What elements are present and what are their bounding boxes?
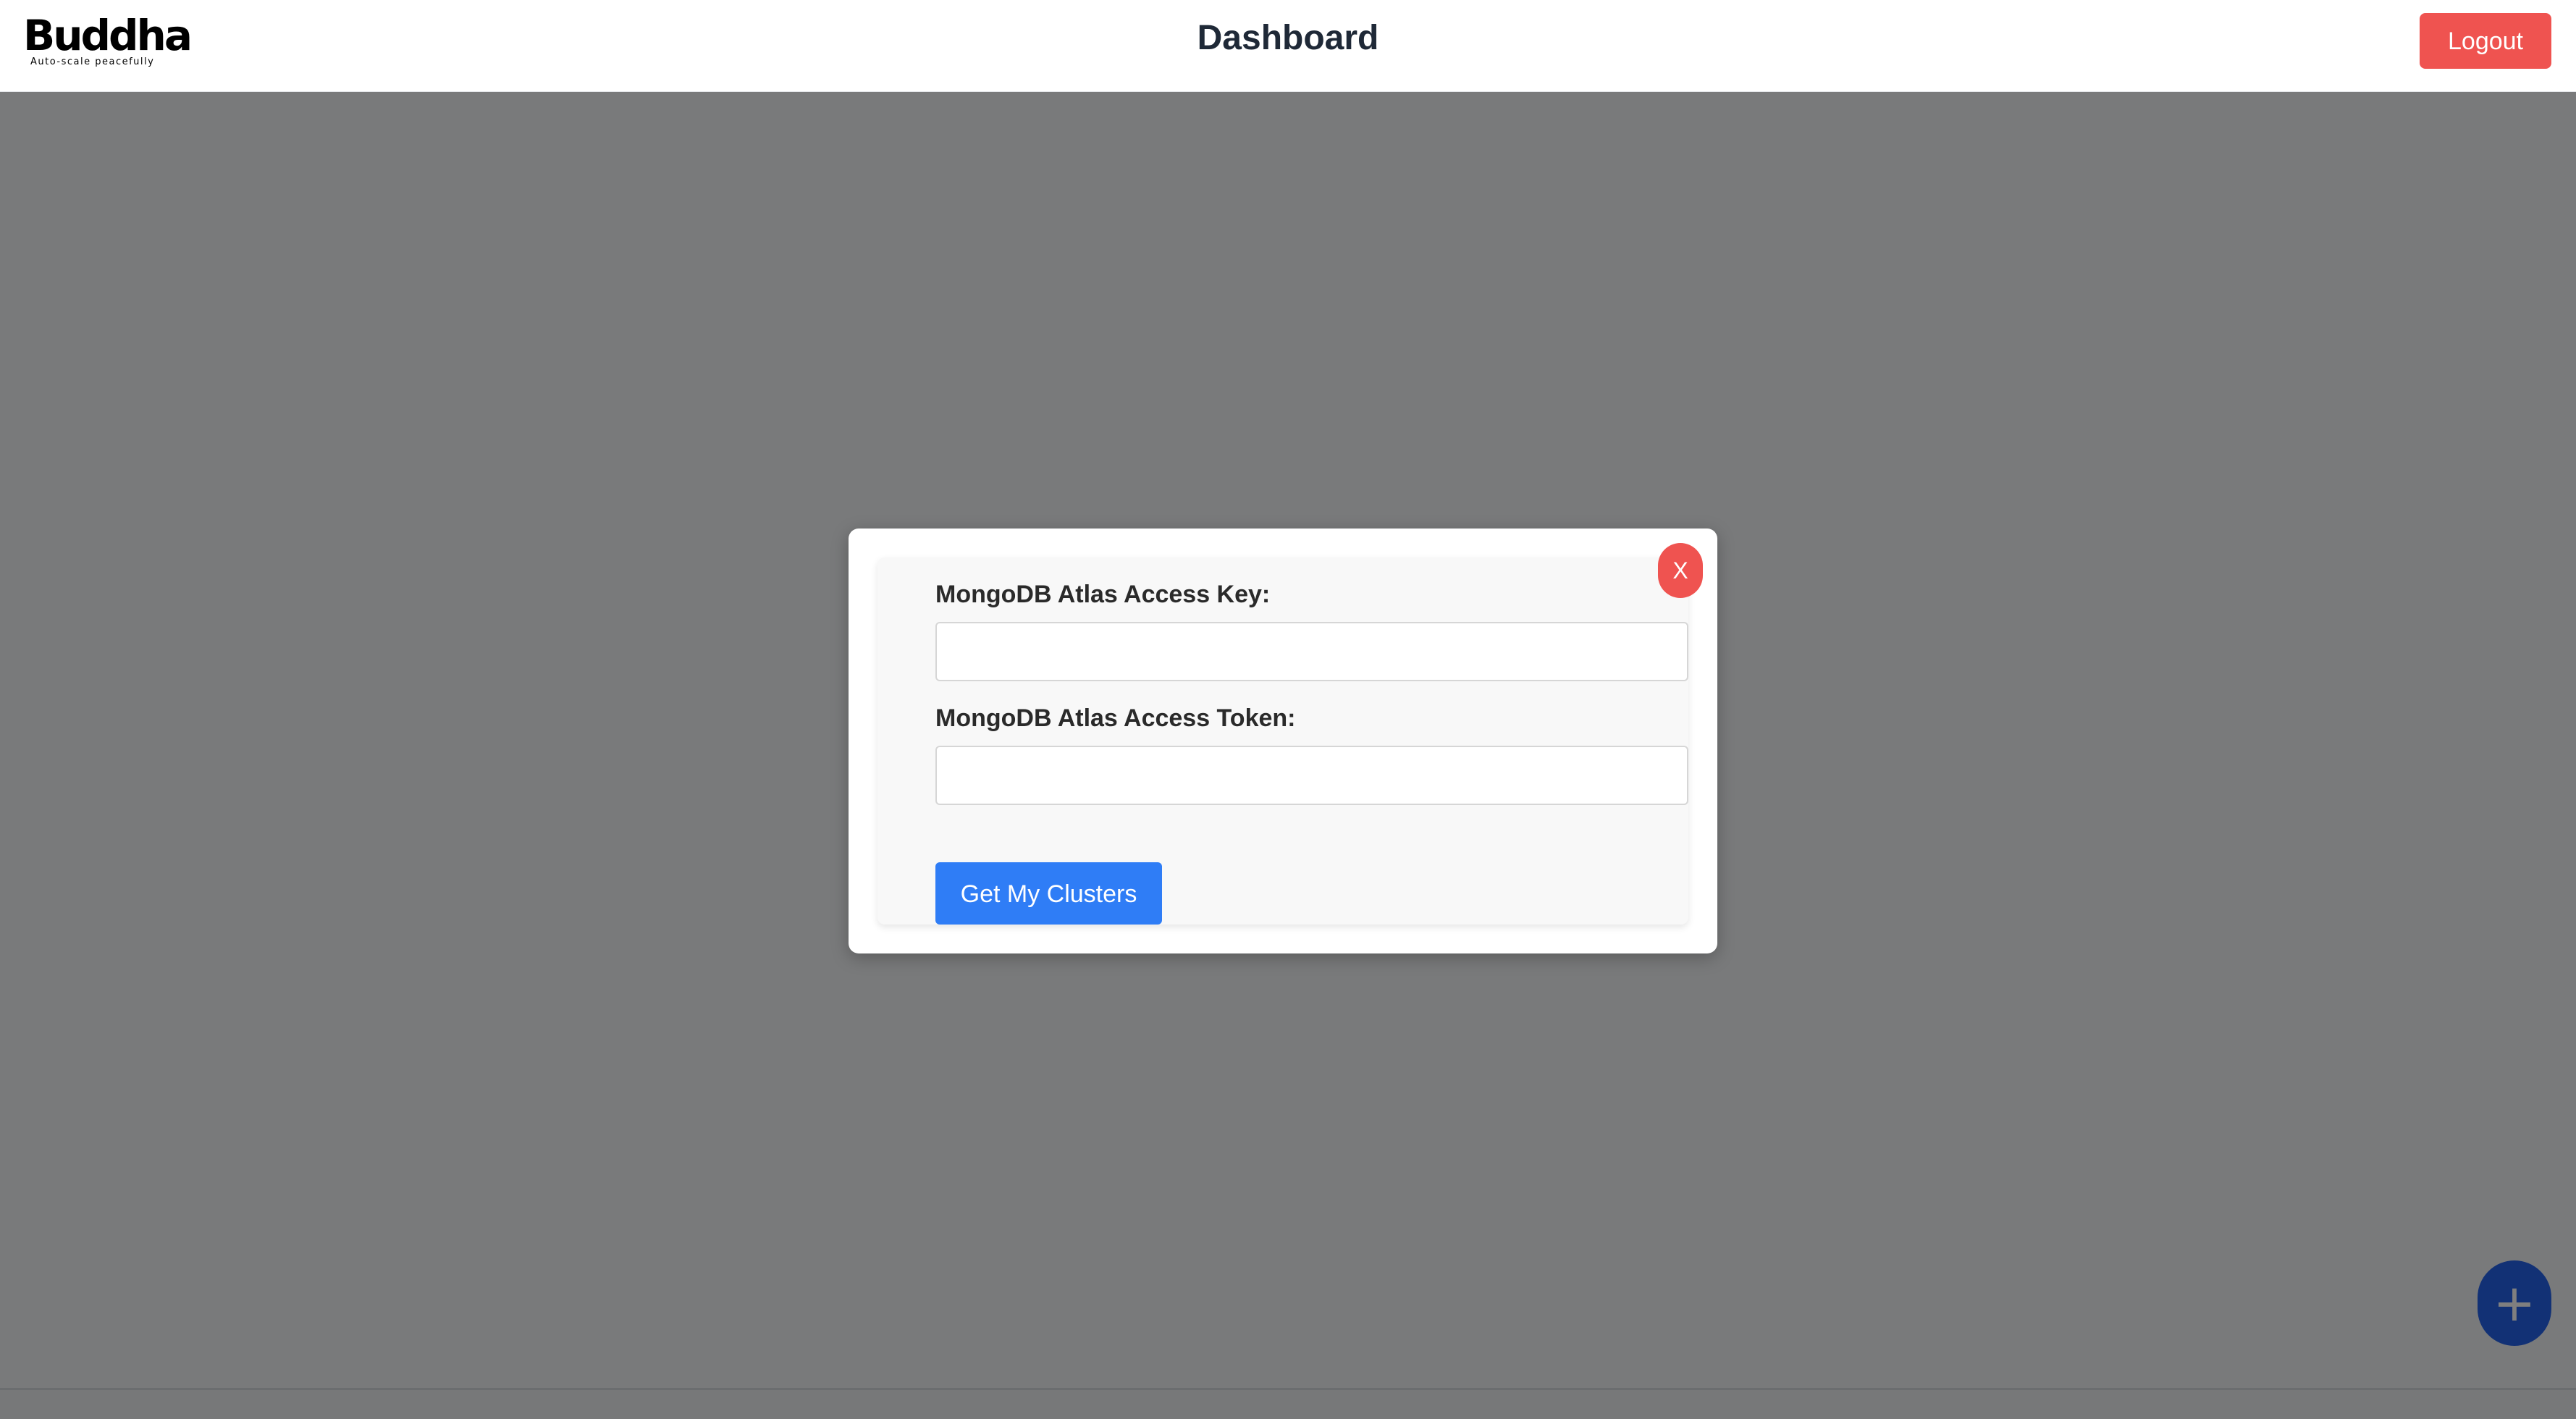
close-icon: X bbox=[1672, 557, 1688, 584]
get-clusters-button[interactable]: Get My Clusters bbox=[935, 862, 1162, 925]
credentials-modal: MongoDB Atlas Access Key: MongoDB Atlas … bbox=[849, 529, 1717, 953]
logout-button[interactable]: Logout bbox=[2420, 13, 2551, 69]
access-token-input[interactable] bbox=[935, 746, 1688, 805]
access-key-input[interactable] bbox=[935, 622, 1688, 681]
credentials-form: MongoDB Atlas Access Key: MongoDB Atlas … bbox=[877, 557, 1688, 925]
access-key-label: MongoDB Atlas Access Key: bbox=[935, 581, 1271, 608]
top-header: Buddha Auto-scale peacefully Dashboard L… bbox=[0, 0, 2576, 92]
dashboard-page: Buddha Auto-scale peacefully Dashboard L… bbox=[0, 0, 2576, 1419]
access-token-label: MongoDB Atlas Access Token: bbox=[935, 704, 1296, 732]
page-title: Dashboard bbox=[1197, 19, 1379, 57]
close-modal-button[interactable]: X bbox=[1658, 543, 1703, 598]
